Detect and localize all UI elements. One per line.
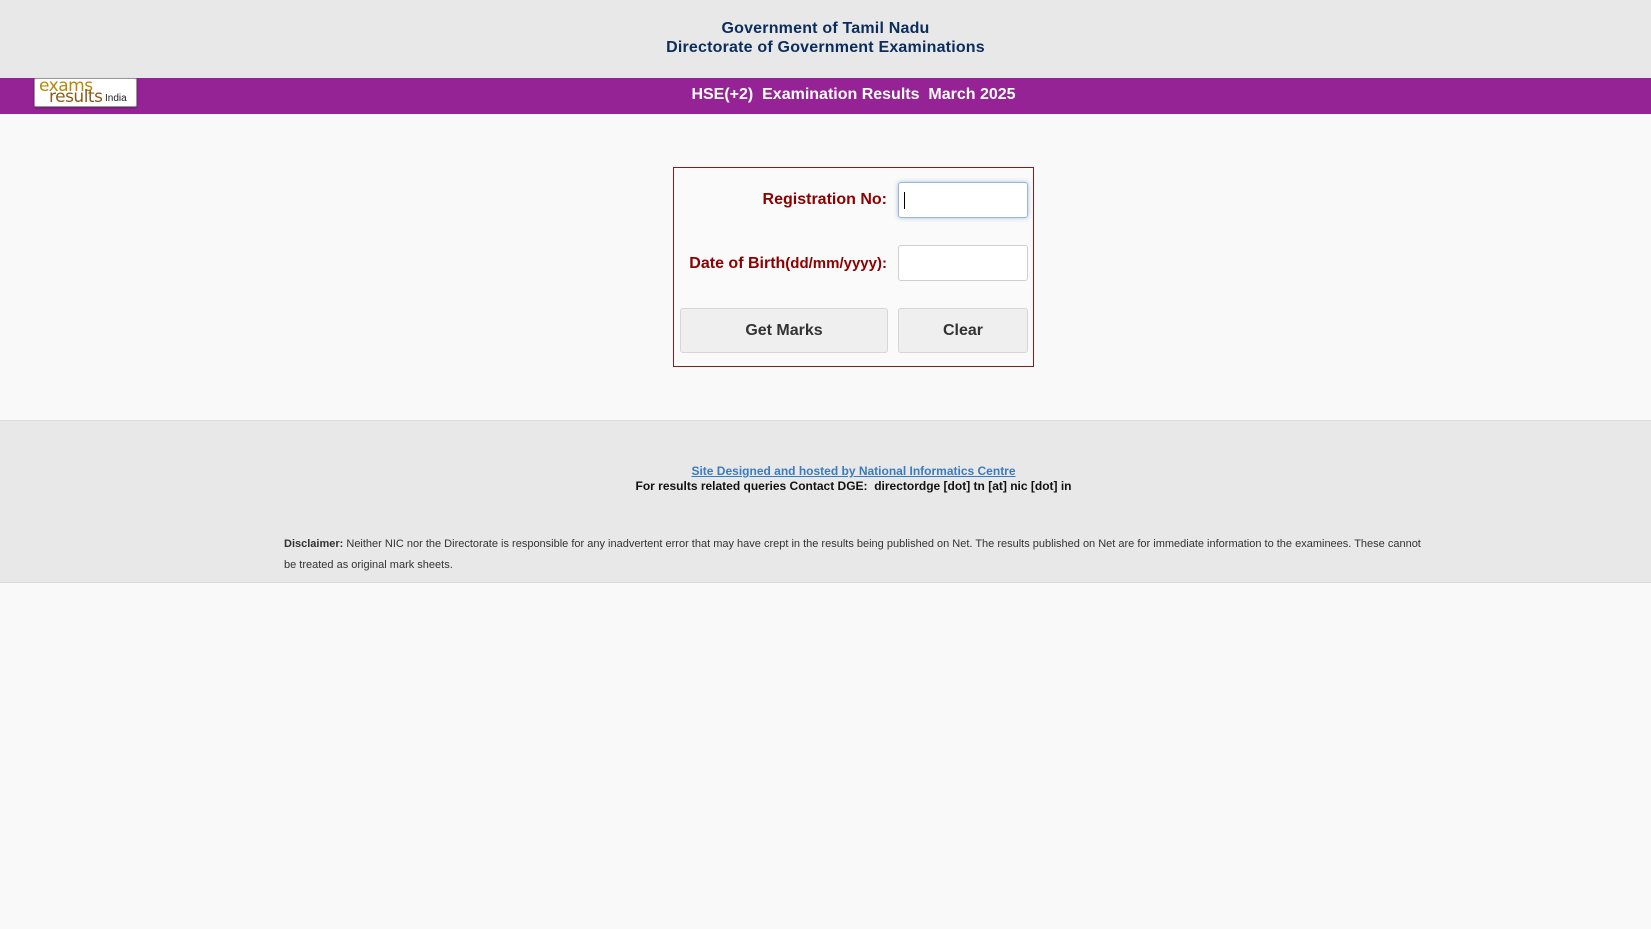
results-banner: HSE(+2) Examination Results March 2025 xyxy=(0,78,1651,114)
banner-title: HSE(+2) Examination Results March 2025 xyxy=(691,86,1016,103)
page-footer: Site Designed and hosted by National Inf… xyxy=(0,420,1651,583)
text-cursor xyxy=(904,192,905,209)
get-marks-button[interactable]: Get Marks xyxy=(680,308,888,353)
logo-text-india: India xyxy=(105,93,127,104)
dob-label: Date of Birth(dd/mm/yyyy): xyxy=(689,255,887,273)
dob-input[interactable] xyxy=(898,245,1028,281)
disclaimer: Disclaimer: Neither NIC nor the Director… xyxy=(284,534,1424,576)
dob-label-main: Date of Birth xyxy=(689,255,786,272)
logo-text-results: results xyxy=(49,87,103,107)
nic-hosting-link[interactable]: Site Designed and hosted by National Inf… xyxy=(0,464,1651,478)
registration-label: Registration No: xyxy=(762,191,887,208)
login-form: Registration No: Date of Birth(dd/mm/yyy… xyxy=(673,167,1034,367)
page-header: Government of Tamil Nadu Directorate of … xyxy=(0,0,1651,78)
clear-button[interactable]: Clear xyxy=(898,308,1028,353)
exams-results-india-logo[interactable]: exams results India xyxy=(34,78,137,107)
dob-label-format: (dd/mm/yyyy): xyxy=(785,255,887,272)
disclaimer-text: Neither NIC nor the Directorate is respo… xyxy=(284,538,1421,571)
header-directorate-title: Directorate of Government Examinations xyxy=(666,39,985,56)
disclaimer-label: Disclaimer: xyxy=(284,538,344,550)
registration-input[interactable] xyxy=(898,182,1028,218)
header-government-title: Government of Tamil Nadu xyxy=(721,20,930,37)
contact-info: For results related queries Contact DGE:… xyxy=(635,479,1072,493)
